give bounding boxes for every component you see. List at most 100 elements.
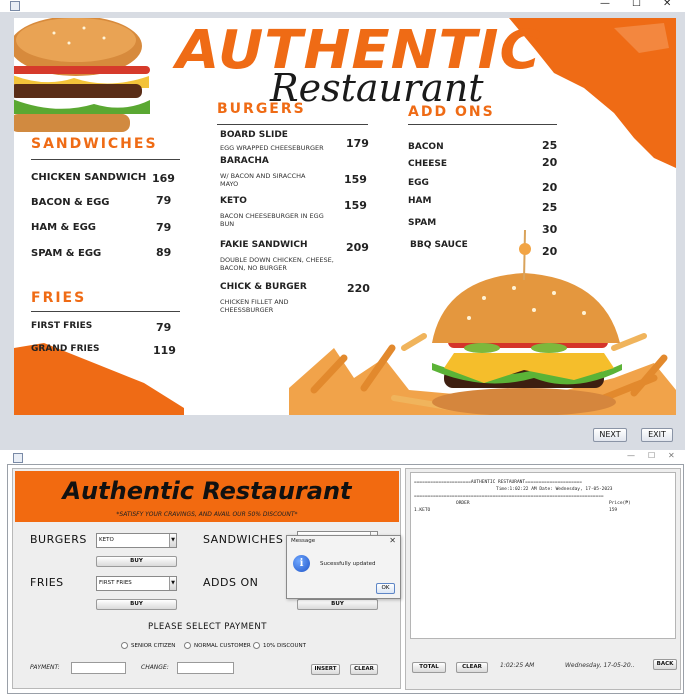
menu-item-price: 119: [153, 344, 176, 357]
info-icon: i: [293, 555, 310, 572]
addons-label: ADDS ON: [203, 576, 259, 589]
addons-heading: ADD ONS: [408, 104, 495, 120]
burgers-select[interactable]: KETO ▼: [96, 533, 177, 548]
exit-button[interactable]: EXIT: [641, 428, 673, 442]
menu-item-name: SPAM: [408, 218, 437, 228]
change-output: [177, 662, 234, 674]
fries-select[interactable]: FIRST FRIES ▼: [96, 576, 177, 591]
sandwiches-heading: SANDWICHES: [31, 136, 158, 152]
close-button[interactable]: ✕: [663, 0, 671, 9]
addons-divider: [408, 124, 557, 125]
radio-circle-icon: [253, 642, 260, 649]
radio-label: SENIOR CITIZEN: [131, 642, 176, 649]
total-button[interactable]: TOTAL: [412, 662, 446, 673]
java-app-icon: [10, 1, 20, 11]
menu-item-price: 159: [344, 199, 367, 212]
menu-item-price: 79: [156, 194, 172, 207]
order-window-titlebar: — ☐ ✕: [0, 450, 685, 464]
restaurant-banner: Authentic Restaurant *SATISFY YOUR CRAVI…: [15, 471, 399, 522]
menu-item-name: BBQ SAUCE: [410, 240, 468, 250]
buy-burger-button[interactable]: BUY: [96, 556, 177, 567]
receipt-row-order: 1.KETO: [414, 508, 431, 513]
radio-circle-icon: [121, 642, 128, 649]
menu-item-name: GRAND FRIES: [31, 344, 100, 354]
minimize-button[interactable]: —: [600, 0, 610, 9]
clear-payment-button[interactable]: CLEAR: [350, 664, 378, 675]
menu-item-desc: CHICKEN FILLET AND CHEESSBURGER: [220, 298, 289, 314]
receipt-divider: ========================================…: [414, 494, 604, 499]
back-button[interactable]: BACK: [653, 659, 677, 670]
radio-normal-customer[interactable]: NORMAL CUSTOMER: [184, 642, 251, 649]
menu-item-price: 25: [542, 201, 558, 214]
change-label: CHANGE:: [141, 664, 169, 671]
minimize-button[interactable]: —: [627, 451, 635, 460]
menu-item-desc: DOUBLE DOWN CHICKEN, CHEESE, BACON, NO B…: [220, 256, 334, 272]
menu-item-name: SPAM & EGG: [31, 248, 102, 259]
dialog-message: Sucessfully updated: [320, 561, 376, 567]
menu-item-name: BACON & EGG: [31, 197, 110, 208]
fries-divider: [31, 311, 180, 312]
current-date: Wednesday, 17-05-20..: [565, 662, 635, 669]
banner-subtitle: *SATISFY YOUR CRAVINGS, AND AVAIL OUR 50…: [116, 511, 298, 518]
menu-item-desc: EGG WRAPPED CHEESEBURGER: [220, 144, 324, 152]
insert-button[interactable]: INSERT: [311, 664, 340, 675]
menu-item-name: CHICKEN SANDWICH: [31, 172, 147, 183]
message-dialog: Message ✕ i Sucessfully updated OK: [286, 535, 401, 599]
burger-image-top-left: [14, 18, 150, 132]
menu-item-name: FIRST FRIES: [31, 321, 93, 331]
menu-item-desc: W/ BACON AND SIRACCHA MAYO: [220, 172, 306, 188]
payment-input[interactable]: [71, 662, 126, 674]
chevron-down-icon: ▼: [169, 534, 176, 547]
maximize-button[interactable]: ☐: [632, 0, 641, 9]
fries-heading: FRIES: [31, 290, 87, 306]
sandwiches-label: SANDWICHES: [203, 533, 284, 546]
menu-item-price: 89: [156, 246, 172, 259]
dialog-close-icon[interactable]: ✕: [389, 536, 396, 545]
menu-item-name: HAM & EGG: [31, 222, 96, 233]
dialog-title: Message: [291, 538, 316, 544]
burgers-label: BURGERS: [30, 533, 87, 546]
radio-senior-citizen[interactable]: SENIOR CITIZEN: [121, 642, 175, 649]
close-button[interactable]: ✕: [668, 451, 675, 460]
menu-item-price: 79: [156, 321, 172, 334]
buy-addon-button[interactable]: BUY: [297, 599, 378, 610]
buy-fries-button[interactable]: BUY: [96, 599, 177, 610]
receipt-col-price: Price(₱): [609, 501, 631, 506]
radio-10-discount[interactable]: 10% DISCOUNT: [253, 642, 306, 649]
payment-heading: PLEASE SELECT PAYMENT: [148, 622, 267, 632]
menu-item-price: 20: [542, 181, 558, 194]
menu-board: AUTHENTIC Restaurant SANDWICHES CHICKEN …: [14, 18, 676, 415]
maximize-button[interactable]: ☐: [648, 451, 655, 460]
menu-item-price: 159: [344, 173, 367, 186]
ok-button[interactable]: OK: [376, 583, 395, 594]
next-button[interactable]: NEXT: [593, 428, 627, 442]
radio-label: NORMAL CUSTOMER: [194, 642, 251, 649]
receipt-header-line: =====================AUTHENTIC RESTAURAN…: [414, 480, 582, 485]
receipt-time-line: Time:1:02:22 AM Date: Wednesday, 17-05-2…: [496, 487, 613, 492]
burgers-selected-value: KETO: [99, 537, 114, 543]
receipt-area[interactable]: =====================AUTHENTIC RESTAURAN…: [410, 472, 676, 639]
payment-label: PAYMENT:: [30, 664, 60, 671]
menu-item-name: EGG: [408, 178, 429, 188]
menu-item-name: FAKIE SANDWICH: [220, 240, 308, 250]
burger-image-bottom-right: [289, 229, 676, 415]
menu-item-desc: BACON CHEESEBURGER IN EGG BUN: [220, 212, 324, 228]
menu-item-name: CHICK & BURGER: [220, 282, 307, 292]
sandwiches-divider: [31, 159, 180, 160]
menu-item-name: BOARD SLIDE: [220, 130, 288, 140]
menu-item-name: KETO: [220, 196, 247, 206]
menu-item-name: BARACHA: [220, 156, 269, 166]
menu-item-price: 79: [156, 221, 172, 234]
menu-window-titlebar: — ☐ ✕: [0, 0, 685, 12]
menu-item-name: BACON: [408, 142, 444, 152]
menu-item-price: 20: [542, 156, 558, 169]
clear-receipt-button[interactable]: CLEAR: [456, 662, 488, 673]
radio-label: 10% DISCOUNT: [263, 642, 306, 649]
menu-item-price: 20: [542, 245, 558, 258]
menu-item-price: 30: [542, 223, 558, 236]
menu-item-price: 169: [152, 172, 175, 185]
current-time: 1:02:25 AM: [500, 662, 535, 669]
receipt-col-order: ORDER: [456, 501, 470, 506]
menu-window: — ☐ ✕ AUTHENTIC Restaurant SANDWICHES CH…: [0, 0, 685, 450]
receipt-panel: =====================AUTHENTIC RESTAURAN…: [405, 468, 681, 690]
